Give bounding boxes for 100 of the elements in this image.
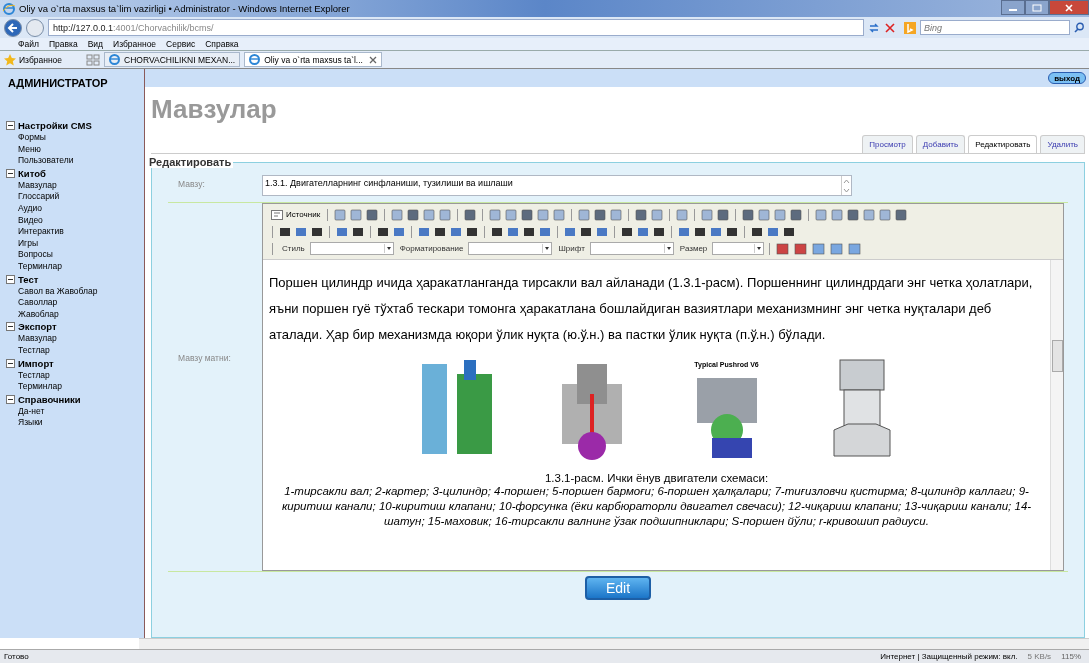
combo-label: Шрифт xyxy=(558,244,585,253)
search-engine-logo-icon[interactable] xyxy=(904,21,916,34)
refresh-icon[interactable] xyxy=(868,21,880,34)
security-zone: Интернет | Защищенный режим: вкл. xyxy=(880,652,1018,661)
sidebar-item[interactable]: Формы xyxy=(6,132,144,144)
combo-label: Форматирование xyxy=(399,244,464,253)
combo-label: Размер xyxy=(679,244,708,253)
favorites-button[interactable]: Избранное xyxy=(4,53,63,66)
restore-icon xyxy=(1032,3,1042,12)
status-text: Готово xyxy=(4,652,29,661)
maximize-button[interactable] xyxy=(1025,0,1049,15)
back-arrow-icon xyxy=(7,21,19,34)
browser-tab[interactable]: Oliy va o`rta maxsus ta`l... xyxy=(244,52,382,67)
collapse-icon[interactable] xyxy=(6,322,15,332)
toolbar-icon[interactable] xyxy=(716,207,731,222)
horizontal-scrollbar[interactable] xyxy=(139,638,1089,649)
toolbar-icon[interactable] xyxy=(741,207,756,222)
sidebar-item[interactable]: Пользователи xyxy=(6,155,144,167)
minimize-button[interactable] xyxy=(1001,0,1025,15)
toolbar-icon[interactable] xyxy=(775,241,792,256)
toolbar-icon[interactable] xyxy=(463,207,478,222)
scrollbar[interactable] xyxy=(1050,260,1063,570)
sidebar-item[interactable]: Тестлар xyxy=(6,369,144,382)
logout-button[interactable]: выход xyxy=(1048,72,1086,84)
toolbar-icon[interactable] xyxy=(634,207,649,222)
network-speed: 5 KB/s xyxy=(1027,652,1052,661)
sidebar-item[interactable]: Меню xyxy=(6,143,144,156)
rich-text-editor[interactable] xyxy=(262,203,1064,571)
tab[interactable]: Добавить xyxy=(915,135,966,153)
collapse-icon[interactable] xyxy=(6,121,15,130)
menu-item[interactable]: Сервис xyxy=(166,39,196,49)
tab[interactable]: Удалить xyxy=(1040,135,1085,153)
zoom-level[interactable]: 115% xyxy=(1061,652,1081,661)
back-button[interactable] xyxy=(4,18,22,37)
collapse-icon[interactable] xyxy=(6,394,15,404)
forward-button[interactable] xyxy=(26,18,44,37)
dropdown-arrow-icon xyxy=(663,244,673,253)
sidebar-group[interactable]: Экспорт xyxy=(6,320,144,334)
field-label: Мавзу: xyxy=(177,178,206,191)
page-icon xyxy=(109,54,121,65)
collapse-icon[interactable] xyxy=(6,358,15,368)
collapse-icon[interactable] xyxy=(6,274,15,284)
toolbar-icon[interactable] xyxy=(365,207,380,222)
paragraph: Поршен цилиндр ичида ҳаракатланганда тирсакли вал айланади (1.3.1-расм). Поршеннинг цилиндрдаги энг четка ҳолатлари, яъни поршен гуё тўхтаб тескари томонга ҳаракатлана бошлайдиган вазиятлари механизмнинг энг четка нуқталари деб аталади. Ҳар бир механизмда юқори ўлик нуқта (ю.ў.н.) ва пастки ўлик нуқта (п.ў.н.) бўлади. xyxy=(269,274,1034,344)
close-button[interactable] xyxy=(1049,0,1089,15)
sidebar-item[interactable]: Саволлар xyxy=(6,297,144,309)
sidebar-item[interactable]: Мавзулар xyxy=(6,179,144,192)
sidebar-item[interactable]: Тестлар xyxy=(6,344,144,357)
toolbar-icon[interactable] xyxy=(793,241,810,256)
toolbar-icon[interactable] xyxy=(894,207,909,222)
sidebar-item[interactable]: Языки xyxy=(6,417,144,429)
collapse-icon[interactable] xyxy=(6,168,15,178)
sidebar-title: АДМИНИСТРАТОР xyxy=(7,76,109,91)
menu-item[interactable]: Правка xyxy=(48,39,78,49)
sidebar-item[interactable]: Терминлар xyxy=(6,260,144,273)
sidebar-item[interactable]: Мавзулар xyxy=(6,333,144,345)
source-button[interactable]: Источник xyxy=(269,209,323,220)
sidebar-item[interactable]: Глоссарий xyxy=(6,191,144,203)
sidebar-group[interactable]: Тест xyxy=(6,272,144,286)
search-icon[interactable] xyxy=(1074,22,1085,33)
sidebar-item[interactable]: Вопросы xyxy=(6,249,144,261)
menu-item[interactable]: Файл xyxy=(18,39,39,49)
toolbar-icon[interactable] xyxy=(789,207,804,222)
toolbar-icon[interactable] xyxy=(520,207,535,222)
sidebar-item[interactable]: Аудио xyxy=(6,202,144,215)
sidebar-item[interactable]: Интерактив xyxy=(6,226,144,238)
sidebar-group[interactable]: Импорт xyxy=(6,356,144,370)
tab[interactable]: Просмотр xyxy=(862,135,913,153)
dropdown-arrow-icon xyxy=(383,244,393,253)
sidebar-group[interactable]: Настройки CMS xyxy=(6,119,144,132)
combo-label: Стиль xyxy=(282,244,305,253)
sidebar-item[interactable]: Жавоблар xyxy=(6,308,144,321)
quick-tabs-icon[interactable] xyxy=(86,53,101,66)
field-label: Мавзу матни: xyxy=(177,352,232,365)
topic-field[interactable]: 1.3.1. Двигателларнинг синфланиши, тузилиши ва ишлаши xyxy=(262,175,852,196)
sidebar-group[interactable]: Справочники xyxy=(6,392,144,406)
source-icon xyxy=(271,209,283,220)
search-field[interactable]: Bing xyxy=(920,20,1070,35)
sidebar-item[interactable]: Видео xyxy=(6,214,144,227)
menu-item[interactable]: Вид xyxy=(87,39,103,49)
toolbar-icon[interactable] xyxy=(406,207,421,222)
menu-item[interactable]: Избранное xyxy=(113,39,157,49)
close-tab-icon[interactable] xyxy=(368,55,377,64)
sidebar-item[interactable]: Да-нет xyxy=(6,405,144,418)
dropdown-arrow-icon xyxy=(542,244,552,253)
sidebar-item[interactable]: Терминлар xyxy=(6,381,144,393)
stop-icon[interactable] xyxy=(884,21,896,34)
address-field[interactable]: http://127.0.0.1:4001/Chorvachilik/bcms/ xyxy=(48,19,864,36)
sidebar-group[interactable]: Китоб xyxy=(6,166,144,180)
browser-logo-icon xyxy=(3,2,15,15)
tab[interactable]: Редактировать xyxy=(968,135,1038,153)
toolbar-icon[interactable] xyxy=(846,207,861,222)
browser-tab[interactable]: CHORVACHILIKNI MEXAN... xyxy=(104,52,241,67)
sidebar-item[interactable]: Савол ва Жавоблар xyxy=(6,285,144,298)
menu-item[interactable]: Справка xyxy=(205,39,239,49)
figure-caption: 1.3.1-расм. Ички ёнув двигатели схемаси: xyxy=(543,472,770,484)
sidebar-item[interactable]: Игры xyxy=(6,237,144,250)
toolbar-icon[interactable] xyxy=(593,207,608,222)
dropdown-arrow-icon xyxy=(754,244,764,253)
close-icon xyxy=(1064,3,1074,12)
